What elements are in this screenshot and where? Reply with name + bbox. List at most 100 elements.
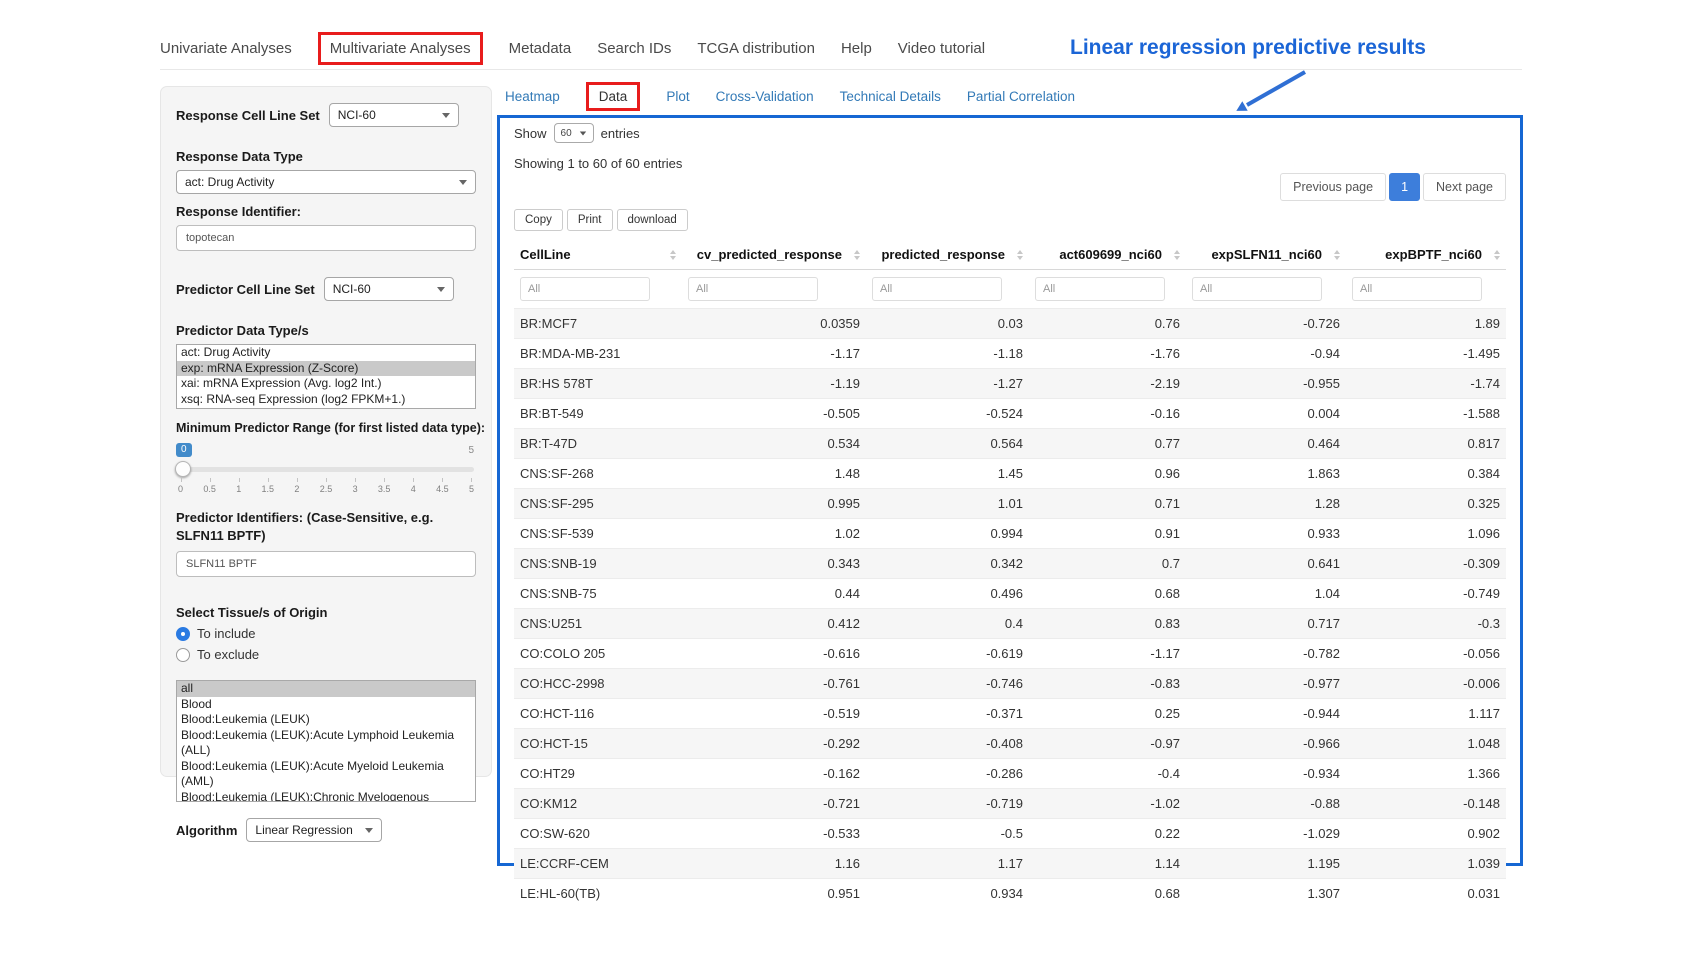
copy-button[interactable]: Copy bbox=[514, 209, 563, 231]
print-button[interactable]: Print bbox=[567, 209, 613, 231]
predictor-data-type-option[interactable]: act: Drug Activity bbox=[177, 345, 475, 361]
tissue-option[interactable]: Blood:Leukemia (LEUK):Chronic Myelogenou… bbox=[177, 790, 475, 803]
table-cell: 0.71 bbox=[1029, 489, 1186, 519]
table-row: LE:CCRF-CEM1.161.171.141.1951.039 bbox=[514, 849, 1506, 879]
cell-line-name: BR:BT-549 bbox=[514, 399, 682, 429]
cell-line-name: CO:COLO 205 bbox=[514, 639, 682, 669]
column-filter-input[interactable] bbox=[1192, 277, 1322, 301]
table-cell: -0.286 bbox=[866, 759, 1029, 789]
cell-line-name: CNS:SF-295 bbox=[514, 489, 682, 519]
nav-item-univariate-analyses[interactable]: Univariate Analyses bbox=[160, 40, 292, 57]
table-cell: 0.343 bbox=[682, 549, 866, 579]
column-filter-input[interactable] bbox=[872, 277, 1002, 301]
tissue-option[interactable]: Blood:Leukemia (LEUK):Acute Myeloid Leuk… bbox=[177, 759, 475, 790]
tab-plot[interactable]: Plot bbox=[666, 89, 689, 104]
slider-tick-label: 2 bbox=[294, 477, 299, 494]
response-data-type-select[interactable]: act: Drug Activity bbox=[176, 170, 476, 194]
response-cell-line-set-value: NCI-60 bbox=[338, 108, 376, 122]
previous-page-button[interactable]: Previous page bbox=[1280, 173, 1386, 201]
table-cell: 0.951 bbox=[682, 879, 866, 909]
radio-icon bbox=[176, 627, 190, 641]
table-cell: 1.45 bbox=[866, 459, 1029, 489]
column-header-expslfn11-nci60[interactable]: expSLFN11_nci60 bbox=[1186, 239, 1346, 270]
predictor-cell-line-set-select[interactable]: NCI-60 bbox=[324, 277, 454, 301]
response-cell-line-set-select[interactable]: NCI-60 bbox=[329, 103, 459, 127]
predictor-cell-line-set-label: Predictor Cell Line Set bbox=[176, 282, 315, 297]
table-row: CO:HT29-0.162-0.286-0.4-0.9341.366 bbox=[514, 759, 1506, 789]
column-header-expbptf-nci60[interactable]: expBPTF_nci60 bbox=[1346, 239, 1506, 270]
predictor-identifiers-input[interactable] bbox=[176, 551, 476, 577]
table-cell: -0.934 bbox=[1186, 759, 1346, 789]
tab-partial-correlation[interactable]: Partial Correlation bbox=[967, 89, 1075, 104]
annotation-arrow-icon bbox=[1225, 68, 1315, 118]
predictor-data-type-option[interactable]: xai: mRNA Expression (Avg. log2 Int.) bbox=[177, 376, 475, 392]
predictor-data-type-list[interactable]: act: Drug Activityexp: mRNA Expression (… bbox=[176, 344, 476, 409]
response-identifier-label: Response Identifier: bbox=[176, 204, 476, 219]
algorithm-select[interactable]: Linear Regression bbox=[246, 818, 382, 842]
tissue-option[interactable]: Blood:Leukemia (LEUK):Acute Lymphoid Leu… bbox=[177, 728, 475, 759]
column-filter-input[interactable] bbox=[520, 277, 650, 301]
table-cell: 0.68 bbox=[1029, 579, 1186, 609]
table-cell: 0.83 bbox=[1029, 609, 1186, 639]
table-cell: 0.994 bbox=[866, 519, 1029, 549]
column-header-act609699-nci60[interactable]: act609699_nci60 bbox=[1029, 239, 1186, 270]
nav-item-tcga-distribution[interactable]: TCGA distribution bbox=[697, 40, 815, 57]
table-row: CNS:SF-2681.481.450.961.8630.384 bbox=[514, 459, 1506, 489]
table-cell: -0.309 bbox=[1346, 549, 1506, 579]
tissue-option[interactable]: Blood:Leukemia (LEUK) bbox=[177, 712, 475, 728]
slider-tick-label: 4 bbox=[411, 477, 416, 494]
sort-icon bbox=[1494, 250, 1500, 260]
column-filter-input[interactable] bbox=[1352, 277, 1482, 301]
slider-value-badge: 0 bbox=[176, 443, 192, 457]
nav-item-multivariate-analyses[interactable]: Multivariate Analyses bbox=[318, 32, 483, 65]
column-header-predicted-response[interactable]: predicted_response bbox=[866, 239, 1029, 270]
table-cell: 1.16 bbox=[682, 849, 866, 879]
tab-data[interactable]: Data bbox=[586, 82, 641, 111]
table-cell: 0.342 bbox=[866, 549, 1029, 579]
table-row: BR:MCF70.03590.030.76-0.7261.89 bbox=[514, 309, 1506, 339]
nav-item-metadata[interactable]: Metadata bbox=[509, 40, 572, 57]
entries-label: entries bbox=[601, 126, 640, 141]
results-table: CellLinecv_predicted_responsepredicted_r… bbox=[514, 239, 1506, 908]
current-page-button[interactable]: 1 bbox=[1389, 173, 1420, 201]
next-page-button[interactable]: Next page bbox=[1423, 173, 1506, 201]
tab-heatmap[interactable]: Heatmap bbox=[505, 89, 560, 104]
nav-item-search-ids[interactable]: Search IDs bbox=[597, 40, 671, 57]
nav-item-video-tutorial[interactable]: Video tutorial bbox=[898, 40, 985, 57]
cell-line-name: CNS:SF-268 bbox=[514, 459, 682, 489]
tissue-list[interactable]: allBloodBlood:Leukemia (LEUK)Blood:Leuke… bbox=[176, 680, 476, 802]
column-header-cellline[interactable]: CellLine bbox=[514, 239, 682, 270]
column-filter-input[interactable] bbox=[688, 277, 818, 301]
cell-line-name: BR:T-47D bbox=[514, 429, 682, 459]
table-row: BR:BT-549-0.505-0.524-0.160.004-1.588 bbox=[514, 399, 1506, 429]
tissue-radio-to-exclude[interactable]: To exclude bbox=[176, 647, 476, 662]
response-identifier-input[interactable] bbox=[176, 225, 476, 251]
table-cell: -0.006 bbox=[1346, 669, 1506, 699]
predictor-data-type-option[interactable]: exp: mRNA Expression (Z-Score) bbox=[177, 361, 475, 377]
tissue-option[interactable]: all bbox=[177, 681, 475, 697]
column-filter-input[interactable] bbox=[1035, 277, 1165, 301]
minimum-predictor-range-slider[interactable]: 0 5 00.511.522.533.544.55 bbox=[176, 443, 476, 497]
slider-handle[interactable] bbox=[175, 461, 191, 477]
chevron-down-icon bbox=[579, 131, 585, 135]
showing-info: Showing 1 to 60 of 60 entries bbox=[514, 156, 1506, 171]
tissue-option[interactable]: Blood bbox=[177, 697, 475, 713]
table-cell: -0.292 bbox=[682, 729, 866, 759]
nav-item-help[interactable]: Help bbox=[841, 40, 872, 57]
page-length-select[interactable]: 60 bbox=[554, 123, 594, 143]
slider-track[interactable] bbox=[178, 467, 474, 472]
table-cell: -0.721 bbox=[682, 789, 866, 819]
tissue-radio-to-include[interactable]: To include bbox=[176, 626, 476, 641]
slider-tick-label: 2.5 bbox=[320, 477, 333, 494]
tab-cross-validation[interactable]: Cross-Validation bbox=[716, 89, 814, 104]
predictor-data-type-option[interactable]: xsq: RNA-seq Expression (log2 FPKM+1.) bbox=[177, 392, 475, 408]
table-cell: 0.934 bbox=[866, 879, 1029, 909]
table-cell: -0.616 bbox=[682, 639, 866, 669]
table-cell: -0.148 bbox=[1346, 789, 1506, 819]
tab-technical-details[interactable]: Technical Details bbox=[840, 89, 941, 104]
cell-line-name: BR:MCF7 bbox=[514, 309, 682, 339]
column-label: act609699_nci60 bbox=[1059, 247, 1162, 262]
column-header-cv-predicted-response[interactable]: cv_predicted_response bbox=[682, 239, 866, 270]
download-button[interactable]: download bbox=[617, 209, 688, 231]
table-filter-row bbox=[514, 270, 1506, 309]
